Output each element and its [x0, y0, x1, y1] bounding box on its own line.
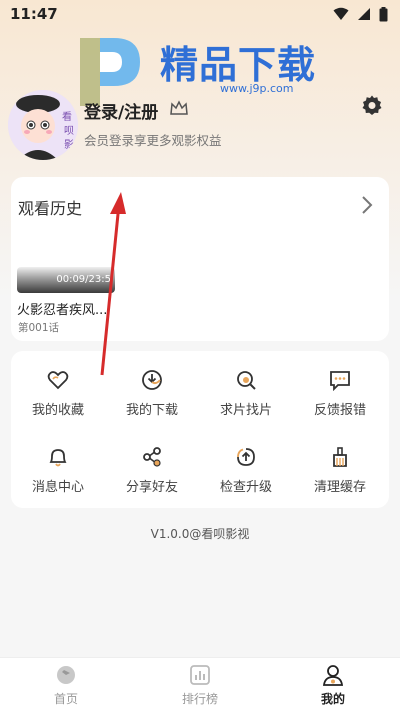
broom-icon	[333, 447, 347, 467]
gear-icon[interactable]	[360, 94, 384, 118]
nav-home[interactable]: 首页	[26, 664, 106, 707]
battery-icon	[379, 6, 388, 21]
avatar-illustration: 看 呗 影	[8, 90, 78, 160]
heart-icon	[47, 371, 69, 390]
clear-cache-label: 清理缓存	[313, 480, 366, 495]
favorites-label: 我的收藏	[31, 403, 84, 418]
status-time: 11:47	[10, 5, 58, 23]
feedback-icon	[330, 371, 350, 391]
feedback-button[interactable]: 反馈报错	[293, 369, 387, 425]
favorites-button[interactable]: 我的收藏	[11, 369, 105, 425]
history-item-title[interactable]: 火影忍者疾风...	[17, 299, 107, 318]
chevron-right-icon[interactable]	[361, 195, 373, 215]
watch-history-title[interactable]: 观看历史	[18, 195, 82, 219]
watermark-title: 精品下载	[160, 43, 317, 87]
nav-profile[interactable]: 我的	[293, 664, 373, 707]
ranking-icon	[190, 665, 210, 685]
clear-cache-button[interactable]: 清理缓存	[293, 446, 387, 502]
request-film-label: 求片找片	[219, 403, 272, 418]
share-label: 分享好友	[125, 480, 178, 495]
bell-icon	[49, 449, 67, 467]
status-icons	[333, 6, 388, 22]
nav-profile-label: 我的	[320, 692, 345, 706]
home-icon	[57, 666, 75, 684]
check-update-button[interactable]: 检查升级	[199, 446, 293, 502]
signal-icon	[358, 8, 370, 20]
wifi-icon	[333, 7, 349, 20]
profile-section: 看 呗 影 登录/注册 会员登录享更多观影权益	[8, 88, 392, 168]
crown-icon	[170, 100, 188, 115]
request-film-button[interactable]: 求片找片	[199, 369, 293, 425]
share-button[interactable]: 分享好友	[105, 446, 199, 502]
downloads-label: 我的下载	[125, 403, 178, 418]
version-text: V1.0.0@看呗影视	[150, 527, 250, 541]
messages-button[interactable]: 消息中心	[11, 446, 105, 502]
status-bar: 11:47	[0, 0, 400, 28]
search-film-icon	[237, 371, 256, 390]
feature-grid: 我的收藏 我的下载 求片找片 反馈报错 消息中心 分享好友 检查升级 清理缓存	[11, 351, 389, 508]
nav-ranking-label: 排行榜	[181, 692, 218, 706]
nav-home-label: 首页	[53, 692, 78, 706]
download-icon	[142, 370, 162, 390]
svg-text:看: 看	[62, 110, 72, 123]
bottom-navigation: 首页 排行榜 我的	[0, 657, 400, 712]
feedback-label: 反馈报错	[313, 403, 366, 418]
login-register-link[interactable]: 登录/注册	[84, 98, 158, 123]
history-item-episode: 第001话	[18, 322, 60, 334]
profile-icon	[322, 665, 344, 686]
watch-history-card: 观看历史 00:09/23:5 火影忍者疾风... 第001话	[11, 177, 389, 341]
annotation-arrow	[100, 192, 126, 376]
avatar[interactable]: 看 呗 影	[8, 90, 78, 160]
messages-label: 消息中心	[31, 480, 84, 495]
share-icon	[143, 447, 161, 467]
nav-ranking[interactable]: 排行榜	[160, 664, 240, 707]
upgrade-icon	[237, 448, 255, 466]
login-subtitle: 会员登录享更多观影权益	[84, 133, 222, 148]
svg-text:呗: 呗	[64, 125, 74, 137]
svg-text:影: 影	[64, 139, 74, 151]
check-update-label: 检查升级	[219, 480, 272, 495]
